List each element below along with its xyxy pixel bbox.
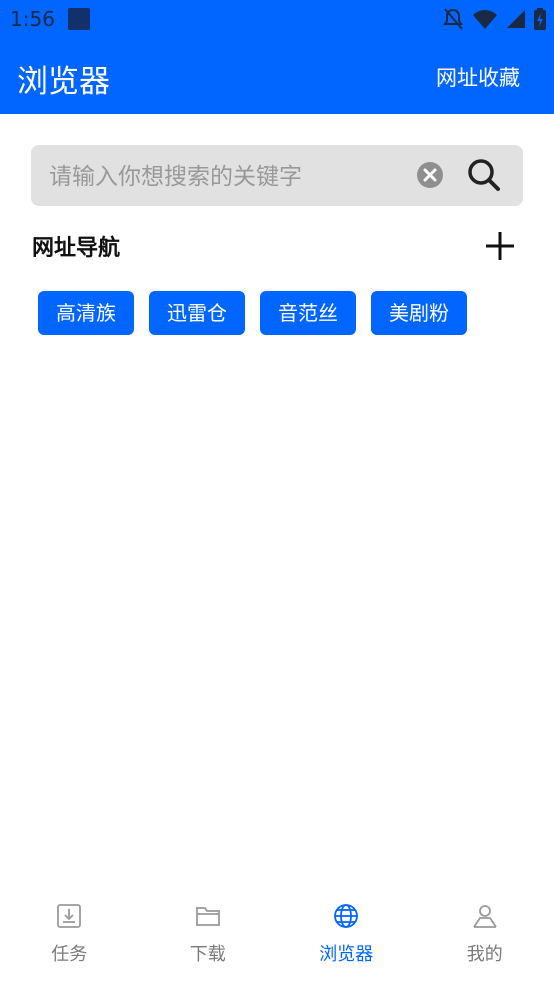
app-bar: 浏览器 网址收藏 (0, 38, 554, 114)
search-icon[interactable] (467, 158, 501, 192)
nav-label: 我的 (466, 944, 503, 965)
nav-item-profile[interactable]: 我的 (416, 888, 554, 985)
site-chip[interactable]: 美剧粉 (371, 291, 467, 335)
site-chip[interactable]: 高清族 (38, 291, 134, 335)
notification-icon (68, 8, 90, 30)
search-bar (31, 145, 523, 208)
nav-label: 任务 (51, 944, 88, 965)
bookmarks-button[interactable]: 网址收藏 (436, 62, 520, 92)
search-input[interactable] (47, 145, 411, 208)
add-icon[interactable] (483, 229, 517, 263)
bottom-nav: 任务 下载 浏览器 我的 (0, 888, 554, 985)
site-chip[interactable]: 音范丝 (260, 291, 356, 335)
signal-icon (507, 10, 525, 28)
page-title: 浏览器 (17, 64, 110, 100)
nav-item-browser[interactable]: 浏览器 (277, 888, 416, 985)
status-icons (442, 7, 546, 31)
site-chip-list: 高清族 迅雷仓 音范丝 美剧粉 (38, 291, 467, 335)
status-bar: 1:56 (0, 0, 554, 38)
wifi-icon (473, 10, 497, 29)
battery-icon (534, 8, 546, 30)
nav-label: 浏览器 (319, 944, 374, 965)
nav-item-tasks[interactable]: 任务 (0, 888, 139, 985)
folder-icon (195, 907, 220, 926)
globe-icon (334, 904, 359, 928)
section-title: 网址导航 (32, 236, 121, 261)
download-tray-icon (57, 904, 82, 928)
site-chip[interactable]: 迅雷仓 (149, 291, 245, 335)
nav-item-downloads[interactable]: 下载 (139, 888, 278, 985)
nav-label: 下载 (189, 944, 226, 965)
status-time: 1:56 (10, 7, 55, 31)
notifications-off-icon (443, 8, 463, 30)
clear-icon[interactable] (417, 162, 443, 188)
person-icon (473, 905, 497, 928)
